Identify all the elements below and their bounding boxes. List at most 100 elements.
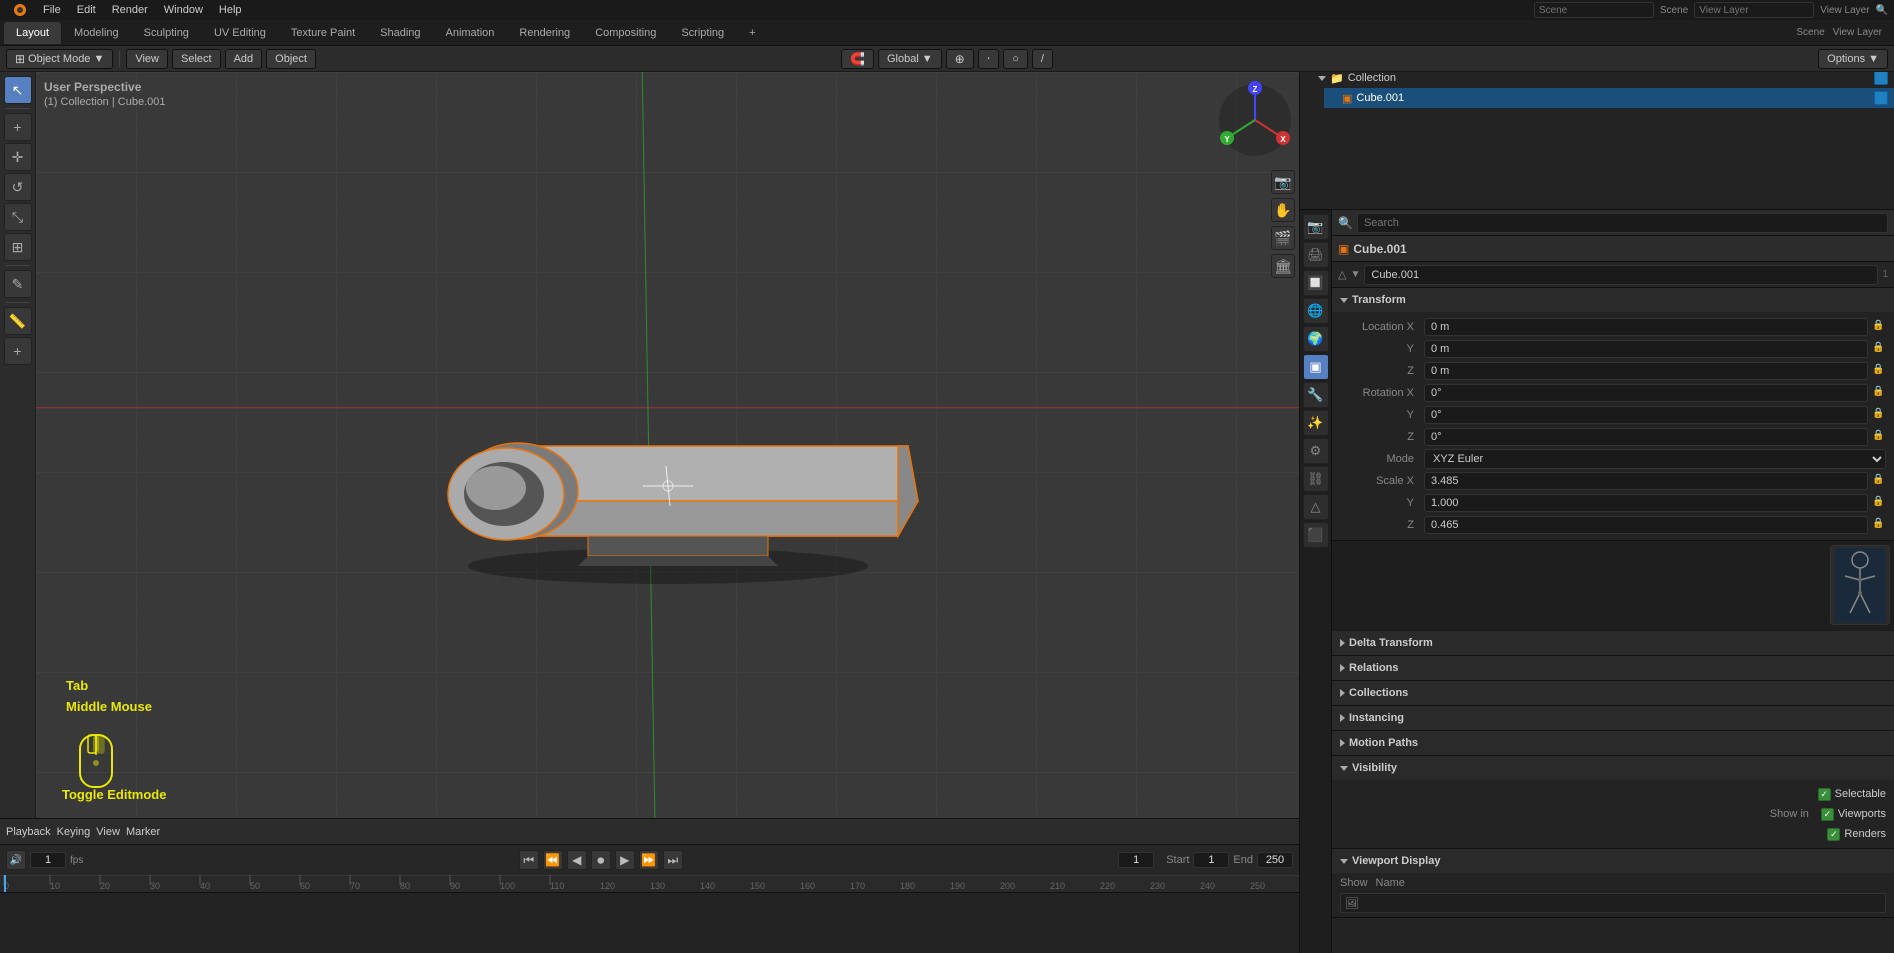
menu-edit[interactable]: Edit [70,2,103,18]
renders-checkbox[interactable]: ✓ [1827,828,1840,841]
prev-keyframe-btn[interactable]: ⏪ [543,850,563,870]
timeline-content-area[interactable] [0,893,1299,953]
prop-particles-icon[interactable]: ✨ [1303,410,1329,436]
object-menu[interactable]: Object [266,49,316,69]
play-pause-btn[interactable]: ⏺ [591,850,611,870]
scale-z-lock[interactable]: 🔒 [1872,518,1886,532]
location-y-lock[interactable]: 🔒 [1872,342,1886,356]
visibility-header[interactable]: Visibility [1332,756,1894,780]
viewports-checkbox[interactable]: ✓ [1821,808,1834,821]
menu-help[interactable]: Help [212,2,249,18]
collections-header[interactable]: Collections [1332,681,1894,705]
location-y-value[interactable]: 0 m [1424,340,1868,358]
tab-sculpting[interactable]: Sculpting [132,22,201,44]
play-btn[interactable]: ▶ [615,850,635,870]
location-x-lock[interactable]: 🔒 [1872,320,1886,334]
start-frame-input[interactable]: 1 [1193,852,1229,868]
snap-toggle[interactable]: ⋅ [978,49,1000,69]
scale-x-lock[interactable]: 🔒 [1872,474,1886,488]
rotation-x-lock[interactable]: 🔒 [1872,386,1886,400]
transform-global[interactable]: Global ▼ [878,49,942,69]
tab-modeling[interactable]: Modeling [62,22,131,44]
frame-input[interactable]: 1 [30,852,66,868]
end-frame-input[interactable]: 250 [1257,852,1293,868]
next-keyframe-btn[interactable]: ⏩ [639,850,659,870]
camera-view-btn[interactable]: 📷 [1271,170,1295,194]
rotation-mode-select[interactable]: XYZ Euler [1424,449,1886,469]
current-frame-display[interactable]: 1 [1118,852,1154,868]
delta-header[interactable]: Delta Transform [1332,631,1894,655]
instancing-header[interactable]: Instancing [1332,706,1894,730]
prop-render-icon[interactable]: 📷 [1303,214,1329,240]
collection-vis[interactable] [1874,71,1888,85]
options-button[interactable]: Options ▼ [1818,49,1888,69]
marker-label[interactable]: Marker [126,826,160,838]
scale-x-value[interactable]: 3.485 [1424,472,1868,490]
tab-animation[interactable]: Animation [434,22,507,44]
keying-label[interactable]: Keying [57,826,91,838]
select-menu[interactable]: Select [172,49,221,69]
viewport-pan-btn[interactable]: ✋ [1271,198,1295,222]
proportional-edit[interactable]: ○ [1003,49,1028,69]
location-z-lock[interactable]: 🔒 [1872,364,1886,378]
menu-file[interactable]: File [36,2,68,18]
blender-menu[interactable] [6,1,34,19]
tab-shading[interactable]: Shading [368,22,432,44]
selectable-checkbox[interactable]: ✓ [1818,788,1831,801]
scene-name-input[interactable] [1534,2,1654,18]
tool-rotate[interactable]: ↺ [4,173,32,201]
prop-constraints-icon[interactable]: ⛓ [1303,466,1329,492]
playback-label[interactable]: Playback [6,826,51,838]
viewport-3d[interactable]: User Perspective (1) Collection | Cube.0… [36,72,1299,818]
tool-transform[interactable]: ⊞ [4,233,32,261]
tab-texture-paint[interactable]: Texture Paint [279,22,367,44]
tool-settings[interactable]: / [1032,49,1053,69]
transform-header[interactable]: Transform [1332,288,1894,312]
tab-compositing[interactable]: Compositing [583,22,668,44]
location-x-value[interactable]: 0 m [1424,318,1868,336]
menu-window[interactable]: Window [157,2,210,18]
tool-measure[interactable]: 📏 [4,307,32,335]
location-z-value[interactable]: 0 m [1424,362,1868,380]
jump-start-btn[interactable]: ⏮ [519,850,539,870]
prop-material-icon[interactable]: ⬛ [1303,522,1329,548]
object-mode-dropdown[interactable]: ⊞ Object Mode ▼ [6,49,113,69]
add-menu[interactable]: Add [225,49,263,69]
tab-add-workspace[interactable]: + [737,22,767,44]
tool-move[interactable]: ✛ [4,143,32,171]
rotation-x-value[interactable]: 0° [1424,384,1868,402]
prop-mesh-name-input[interactable] [1364,265,1878,285]
play-reverse-btn[interactable]: ◀ [567,850,587,870]
tab-rendering[interactable]: Rendering [507,22,582,44]
prop-scene-icon[interactable]: 🌐 [1303,298,1329,324]
prop-data-icon[interactable]: △ [1303,494,1329,520]
tab-layout[interactable]: Layout [4,22,61,44]
cube-vis[interactable] [1874,91,1888,105]
relations-header[interactable]: Relations [1332,656,1894,680]
scale-z-value[interactable]: 0.465 [1424,516,1868,534]
motion-paths-header[interactable]: Motion Paths [1332,731,1894,755]
prop-output-icon[interactable]: 🖨 [1303,242,1329,268]
viewport-render-btn[interactable]: 🎬 [1271,226,1295,250]
menu-render[interactable]: Render [105,2,155,18]
pivot-point[interactable]: ⊕ [946,49,974,69]
audio-toggle[interactable]: 🔊 [6,850,26,870]
tool-add[interactable]: + [4,337,32,365]
rotation-y-lock[interactable]: 🔒 [1872,408,1886,422]
tool-select[interactable]: ↖ [4,76,32,104]
tool-annotate[interactable]: ✎ [4,270,32,298]
rotation-z-value[interactable]: 0° [1424,428,1868,446]
prop-world-icon[interactable]: 🌍 [1303,326,1329,352]
view-layer-input[interactable] [1694,2,1814,18]
tab-scripting[interactable]: Scripting [669,22,736,44]
prop-object-icon[interactable]: ▣ [1303,354,1329,380]
scale-y-lock[interactable]: 🔒 [1872,496,1886,510]
view-menu[interactable]: View [126,49,168,69]
prop-search-input[interactable] [1357,213,1888,233]
prop-modifier-icon[interactable]: 🔧 [1303,382,1329,408]
prop-viewlayer-icon[interactable]: 🔲 [1303,270,1329,296]
rotation-y-value[interactable]: 0° [1424,406,1868,424]
tool-cursor[interactable]: + [4,113,32,141]
rotation-z-lock[interactable]: 🔒 [1872,430,1886,444]
view-label[interactable]: View [96,826,120,838]
